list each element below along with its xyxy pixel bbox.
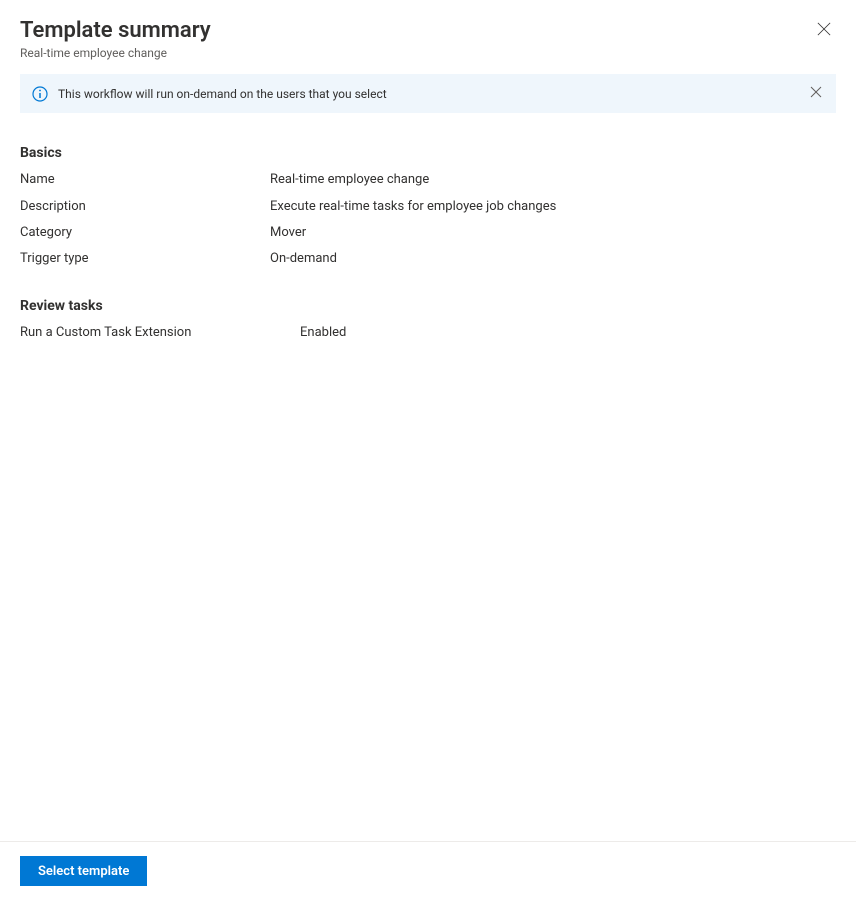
kv-val: Mover (270, 224, 836, 242)
kv-key: Description (20, 198, 270, 216)
kv-val: Execute real-time tasks for employee job… (270, 198, 836, 216)
panel-header: Template summary Real-time employee chan… (20, 18, 836, 60)
info-banner-text: This workflow will run on-demand on the … (58, 87, 798, 101)
panel-title: Template summary (20, 18, 211, 44)
close-icon (817, 22, 831, 39)
kv-key: Run a Custom Task Extension (20, 324, 300, 342)
panel-footer: Select template (0, 841, 856, 904)
kv-val: On-demand (270, 250, 836, 268)
info-banner-dismiss-button[interactable] (808, 84, 824, 103)
close-icon (810, 86, 822, 101)
kv-row-name: Name Real-time employee change (20, 171, 836, 189)
kv-row-description: Description Execute real-time tasks for … (20, 198, 836, 216)
info-icon (32, 86, 48, 102)
info-banner: This workflow will run on-demand on the … (20, 74, 836, 113)
kv-val: Enabled (300, 324, 836, 342)
section-heading-basics: Basics (20, 145, 836, 161)
kv-val: Real-time employee change (270, 171, 836, 189)
close-panel-button[interactable] (812, 18, 836, 42)
kv-row-trigger-type: Trigger type On-demand (20, 250, 836, 268)
panel-header-text: Template summary Real-time employee chan… (20, 18, 211, 60)
review-tasks-section: Review tasks Run a Custom Task Extension… (20, 298, 836, 350)
select-template-button[interactable]: Select template (20, 856, 147, 886)
section-heading-review-tasks: Review tasks (20, 298, 836, 314)
kv-key: Category (20, 224, 270, 242)
basics-section: Basics Name Real-time employee change De… (20, 145, 836, 276)
kv-key: Trigger type (20, 250, 270, 268)
kv-row-category: Category Mover (20, 224, 836, 242)
panel-subtitle: Real-time employee change (20, 46, 211, 60)
kv-key: Name (20, 171, 270, 189)
kv-row-task: Run a Custom Task Extension Enabled (20, 324, 836, 342)
